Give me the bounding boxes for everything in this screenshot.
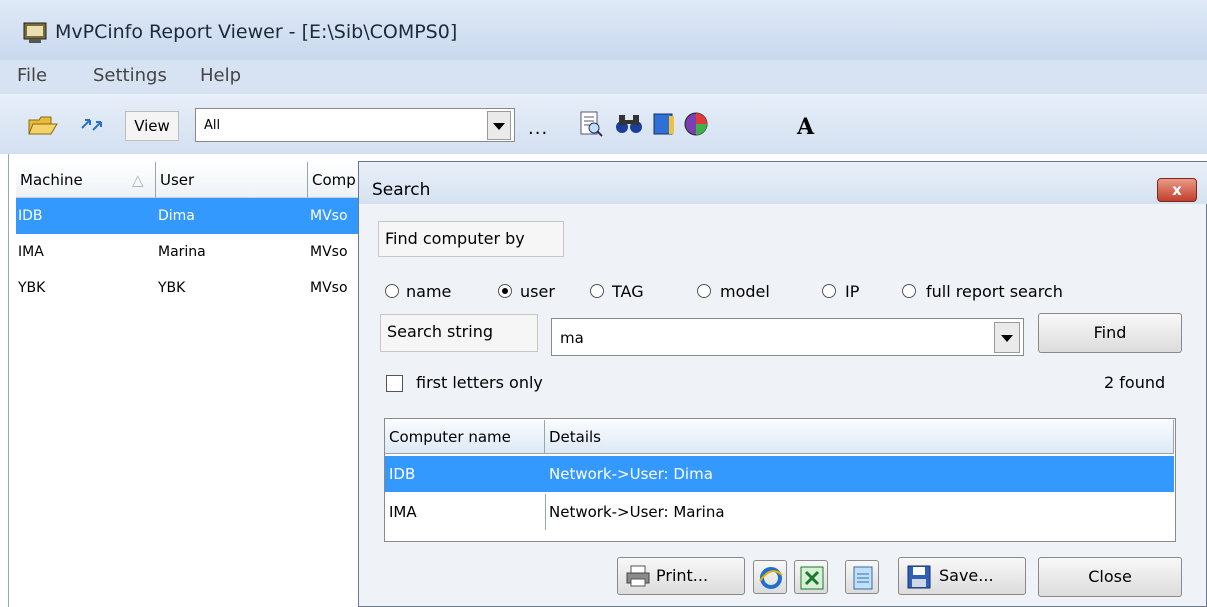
dialog-title: Search — [372, 180, 431, 200]
find-by-label: Find computer by — [378, 221, 564, 257]
binoculars-icon[interactable] — [614, 112, 644, 140]
table-row[interactable]: IMA Network->User: Marina — [385, 494, 1174, 530]
first-letters-checkbox[interactable] — [386, 375, 403, 392]
find-button[interactable]: Find — [1038, 313, 1182, 353]
column-header-user[interactable]: User — [156, 162, 308, 198]
radio-user[interactable] — [498, 284, 512, 298]
open-folder-icon[interactable] — [27, 112, 59, 142]
search-string-label: Search string — [380, 314, 538, 352]
save-button[interactable]: Save... — [898, 557, 1026, 595]
view-select-value: All — [204, 118, 221, 133]
print-button-label: Print... — [656, 566, 709, 585]
cell-user: YBK — [158, 280, 186, 296]
window-title: MvPCinfo Report Viewer - [E:\Sib\COMPS0] — [55, 21, 458, 43]
internet-explorer-icon[interactable] — [753, 560, 787, 594]
radio-model-label: model — [720, 282, 770, 301]
preview-document-icon[interactable] — [578, 110, 604, 142]
radio-user-label: user — [520, 282, 555, 301]
browse-button[interactable]: ... — [528, 118, 548, 139]
table-row[interactable]: IDB Dima MVso — [16, 198, 366, 234]
radio-tag[interactable] — [590, 284, 604, 298]
first-letters-label: first letters only — [416, 373, 543, 392]
table-row[interactable]: IDB Network->User: Dima — [385, 456, 1174, 492]
cell-computer-name: IMA — [389, 503, 417, 521]
chevron-down-icon — [493, 123, 505, 130]
cell-details: Network->User: Dima — [549, 465, 713, 483]
search-input-value: ma — [560, 329, 584, 347]
cell-details: Network->User: Marina — [549, 503, 725, 521]
radio-ip-label: IP — [845, 282, 860, 301]
radio-ip[interactable] — [822, 284, 836, 298]
app-icon — [23, 22, 47, 44]
refresh-arrows-icon[interactable] — [80, 116, 104, 138]
save-button-label: Save... — [939, 566, 994, 585]
search-input[interactable]: ma — [551, 318, 1024, 356]
excel-icon[interactable] — [794, 560, 828, 594]
menu-bar — [0, 60, 1207, 94]
book-icon[interactable] — [651, 111, 677, 141]
cell-computer-name: IDB — [389, 465, 416, 483]
close-button[interactable]: Close — [1038, 557, 1182, 597]
found-count: 2 found — [1104, 373, 1166, 392]
cell-user: Dima — [158, 208, 195, 224]
cell-user: Marina — [158, 244, 206, 260]
radio-full-report-search[interactable] — [902, 284, 916, 298]
table-row[interactable]: YBK YBK MVso — [16, 270, 366, 306]
cell-comp: MVso — [310, 244, 348, 260]
printer-icon — [626, 565, 650, 587]
column-header-machine[interactable]: Machine △ — [16, 162, 156, 198]
print-button[interactable]: Print... — [617, 557, 745, 595]
radio-full-report-search-label: full report search — [926, 282, 1063, 301]
radio-tag-label: TAG — [612, 282, 644, 301]
search-history-dropdown[interactable] — [994, 322, 1020, 353]
view-button[interactable]: View — [125, 111, 179, 141]
cell-comp: MVso — [310, 280, 348, 296]
results-header-details[interactable]: Details — [545, 420, 1174, 454]
cell-machine: IDB — [18, 208, 43, 224]
menu-settings[interactable]: Settings — [93, 65, 167, 86]
cell-machine: YBK — [18, 280, 46, 296]
radio-name[interactable] — [385, 284, 399, 298]
chevron-down-icon — [1001, 335, 1013, 342]
close-icon[interactable]: x — [1157, 178, 1197, 202]
view-dropdown-button[interactable] — [487, 111, 511, 140]
view-select[interactable]: All — [195, 108, 515, 142]
menu-help[interactable]: Help — [200, 65, 241, 86]
column-divider — [545, 494, 546, 530]
cell-machine: IMA — [18, 244, 44, 260]
chart-pie-icon[interactable] — [683, 111, 709, 141]
table-row[interactable]: IMA Marina MVso — [16, 234, 366, 270]
menu-file[interactable]: File — [17, 65, 47, 86]
floppy-disk-icon — [907, 565, 931, 589]
cell-comp: MVso — [310, 208, 348, 224]
notepad-icon[interactable] — [845, 560, 879, 594]
dialog-title-bar — [359, 162, 1207, 204]
column-header-label: Machine — [20, 171, 83, 189]
results-header-computer-name[interactable]: Computer name — [385, 420, 545, 454]
font-icon[interactable]: A — [797, 114, 814, 140]
radio-name-label: name — [406, 282, 452, 301]
sort-ascending-icon: △ — [132, 171, 144, 189]
radio-model[interactable] — [697, 284, 711, 298]
